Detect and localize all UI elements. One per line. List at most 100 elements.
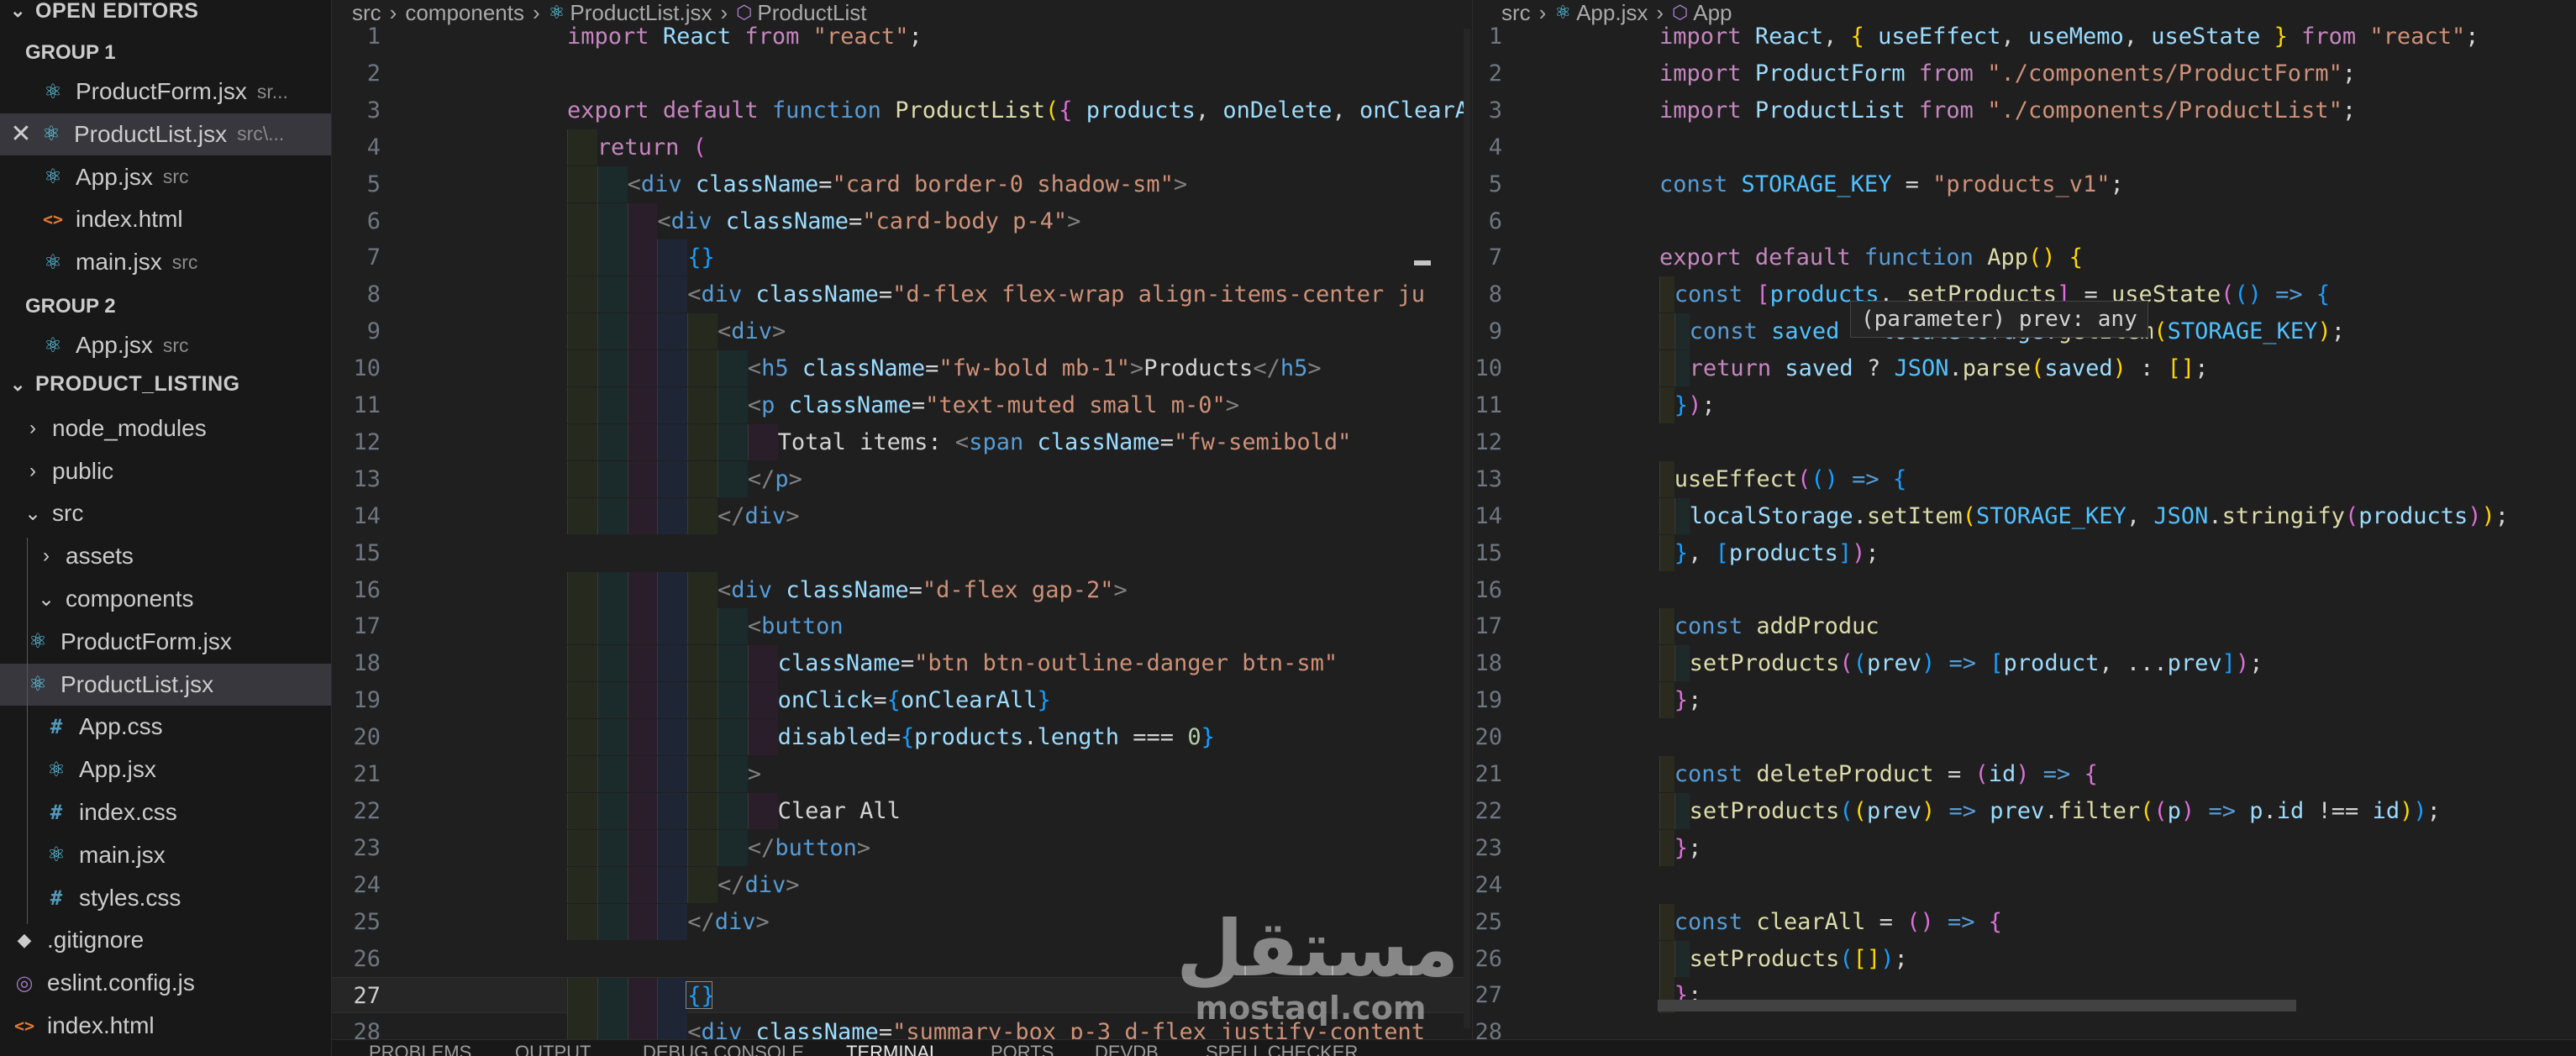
code-line[interactable]: 15 [332, 535, 1470, 571]
code-line[interactable]: 5 const STORAGE_KEY = "products_v1"; [1473, 166, 2576, 202]
indent-guide [1674, 497, 1690, 534]
code-line[interactable]: 25 const clearAll = () => { [1473, 903, 2576, 940]
editor-right-app[interactable]: src › ⚛ App.jsx › ⬡ App 1 import React, {… [1472, 0, 2576, 1056]
code-line[interactable]: 20 [1473, 719, 2576, 755]
code-line[interactable]: 5 <div className="card border-0 shadow-sm… [332, 165, 1470, 202]
tree-indent-guide [27, 538, 28, 924]
explorer-item[interactable]: ⚛ App.jsx [0, 749, 331, 791]
code-line[interactable]: 3 import ProductList from "./components/P… [1473, 92, 2576, 129]
open-editor-item[interactable]: ⚛ ProductForm.jsx sr... [0, 71, 331, 113]
code-line[interactable]: 17 const addProduc [1473, 608, 2576, 645]
code-line[interactable]: 1 import React from "react"; [332, 18, 1470, 55]
tab-debug-console[interactable]: DEBUG CONSOLE [643, 1042, 804, 1056]
code-line[interactable]: 6 [1473, 203, 2576, 239]
code-line[interactable]: 23}; [1473, 829, 2576, 866]
react-icon: ⚛ [47, 758, 66, 781]
indent-guide [687, 645, 718, 682]
code-line[interactable]: 19 onClick={onClearAll} [332, 682, 1470, 719]
open-editor-item[interactable]: ⚛ main.jsx src [0, 241, 331, 283]
tab-output[interactable]: OUTPUT [515, 1042, 591, 1056]
code-line[interactable]: 21 > [332, 756, 1470, 792]
code-line[interactable]: 12 Total items: <span className="fw-semib… [332, 423, 1470, 460]
code-line[interactable]: 22 Clear All [332, 792, 1470, 829]
tab-problems[interactable]: PROBLEMS [369, 1042, 471, 1056]
tab-terminal[interactable]: TERMINAL [846, 1042, 939, 1056]
code-line[interactable]: 2 [332, 55, 1470, 92]
open-editor-item[interactable]: ✕ ⚛ ProductList.jsx src\... [0, 113, 331, 155]
code-line[interactable]: 18 setProducts((prev) => [product, ...pre… [1473, 645, 2576, 682]
code-line[interactable]: 13 useEffect(() => { [1473, 460, 2576, 497]
code-line[interactable]: 15}, [products]); [1473, 534, 2576, 571]
git-icon: ◆ [17, 929, 32, 951]
explorer-item[interactable]: # index.css [0, 791, 331, 833]
code-line[interactable]: 4 [1473, 129, 2576, 165]
tab-ports[interactable]: PORTS [991, 1042, 1054, 1056]
code-line[interactable]: 4 return ( [332, 129, 1470, 165]
code-line[interactable]: 8 <div className="d-flex flex-wrap align-… [332, 276, 1470, 313]
code-line[interactable]: 10 <h5 className="fw-bold mb-1">Products<… [332, 350, 1470, 387]
indent-guide [657, 756, 688, 792]
explorer-item[interactable]: ⚛ ProductList.jsx [0, 663, 331, 706]
tab-spell-checker[interactable]: SPELL CHECKER [1206, 1042, 1358, 1056]
close-icon[interactable]: ✕ [8, 119, 34, 149]
code-line[interactable]: 9 <div> [332, 313, 1470, 350]
group-header-2[interactable]: GROUP 2 [0, 287, 331, 326]
code-line[interactable]: 26 setProducts([]); [1473, 940, 2576, 977]
open-editor-item[interactable]: ⚛ App.jsx src [0, 156, 331, 198]
explorer-item[interactable]: › node_modules [0, 407, 331, 449]
open-editor-item[interactable]: <> index.html [0, 198, 331, 240]
code-line[interactable]: 24 </div> [332, 866, 1470, 903]
project-folder-header[interactable]: ⌄ PRODUCT_LISTING [0, 365, 331, 404]
code-line[interactable]: 20 disabled={products.length === 0} [332, 719, 1470, 756]
code-line[interactable]: 7 {} [332, 239, 1470, 276]
explorer-item[interactable]: ⚛ ProductForm.jsx [0, 621, 331, 663]
code-line[interactable]: 14 localStorage.setItem(STORAGE_KEY, JSON… [1473, 497, 2576, 534]
code-line[interactable]: 2 import ProductForm from "./components/P… [1473, 55, 2576, 92]
indent-guide [597, 829, 628, 866]
code-line[interactable]: 12 [1473, 424, 2576, 460]
line-number: 19 [1475, 687, 1502, 714]
editor-left-productlist[interactable]: src › components › ⚛ ProductList.jsx › ⬡… [332, 0, 1470, 1056]
code-line[interactable]: 23 </button> [332, 829, 1470, 866]
group-header-1[interactable]: GROUP 1 [0, 34, 331, 72]
indent-guide [597, 792, 628, 829]
explorer-item[interactable]: ⌄ components [0, 578, 331, 620]
explorer-item[interactable]: ⚛ main.jsx [0, 834, 331, 876]
code-line[interactable]: 16 <div className="d-flex gap-2"> [332, 571, 1470, 608]
explorer-item[interactable]: ◎ eslint.config.js [0, 962, 331, 1004]
code-line[interactable]: 3 export default function ProductList({ p… [332, 92, 1470, 129]
code-line[interactable]: 14 </div> [332, 497, 1470, 534]
vertical-scrollbar[interactable] [1464, 29, 1470, 1028]
code-line[interactable]: 1 import React, { useEffect, useMemo, use… [1473, 18, 2576, 55]
explorer-item[interactable]: # App.css [0, 706, 331, 748]
horizontal-scrollbar[interactable] [1658, 1000, 2296, 1011]
code-line[interactable]: 7 export default function App() { [1473, 239, 2576, 276]
explorer-item[interactable]: # styles.css [0, 877, 331, 919]
code-line[interactable]: 19}; [1473, 682, 2576, 719]
code-line[interactable]: 10 return saved ? JSON.parse(saved) : []; [1473, 350, 2576, 387]
code-line[interactable]: 21 const deleteProduct = (id) => { [1473, 756, 2576, 792]
tab-devdb[interactable]: DEVDB [1095, 1042, 1159, 1056]
line-number: 26 [1475, 945, 1502, 972]
explorer-item[interactable]: <> index.html [0, 1005, 331, 1047]
explorer-item[interactable]: ◆ .gitignore [0, 919, 331, 961]
code-line[interactable]: 6 <div className="card-body p-4"> [332, 202, 1470, 239]
code-line[interactable]: 17 <button [332, 608, 1470, 645]
explorer-item-name: App.css [79, 713, 163, 740]
line-number: 12 [1475, 428, 1502, 455]
code-line[interactable]: 16 [1473, 572, 2576, 608]
explorer-item[interactable]: {}package-lock.json [0, 1048, 331, 1056]
code-line[interactable]: 13 </p> [332, 460, 1470, 497]
open-editor-item[interactable]: ⚛ App.jsx src [0, 324, 331, 366]
code-line[interactable]: 22 setProducts((prev) => prev.filter((p) … [1473, 792, 2576, 829]
explorer-item[interactable]: › assets [0, 535, 331, 577]
indent-guide [597, 571, 628, 608]
open-editors-header[interactable]: ⌄ OPEN EDITORS [0, 0, 331, 30]
explorer-item[interactable]: ⌄ src [0, 492, 331, 534]
line-number: 24 [353, 871, 381, 898]
explorer-item[interactable]: › public [0, 450, 331, 492]
code-line[interactable]: 11 <p className="text-muted small m-0"> [332, 387, 1470, 423]
code-line[interactable]: 11}); [1473, 387, 2576, 423]
code-line[interactable]: 18 className="btn btn-outline-danger btn-… [332, 645, 1470, 682]
code-line[interactable]: 24 [1473, 867, 2576, 903]
